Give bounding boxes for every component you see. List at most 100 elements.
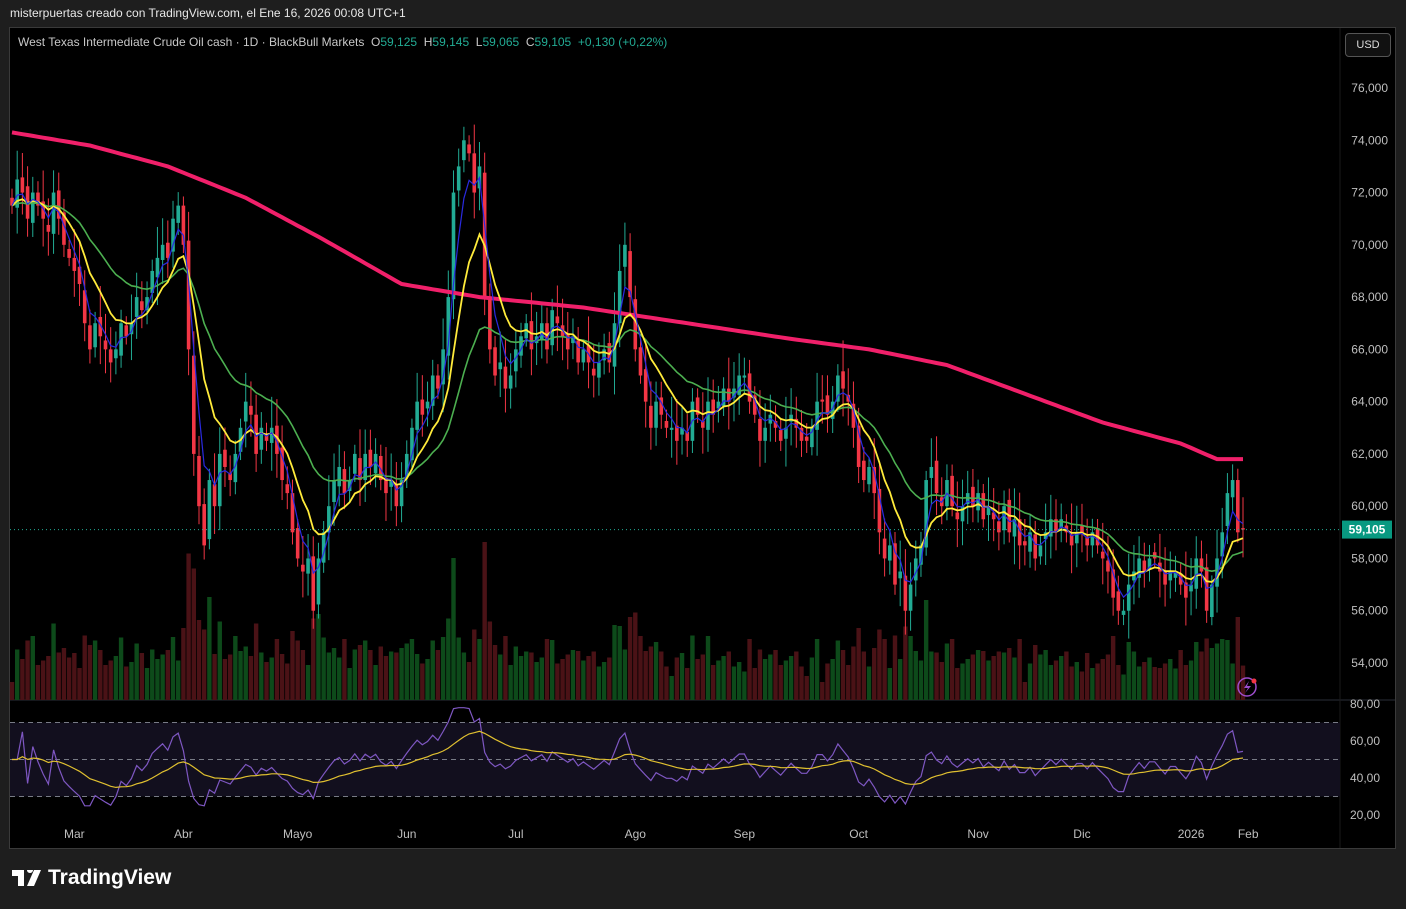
volume-bar	[347, 668, 352, 700]
candle-body	[46, 224, 51, 232]
symbol-legend: West Texas Intermediate Crude Oil cash ·…	[18, 35, 667, 49]
candle-body	[259, 427, 264, 450]
volume-bar	[524, 651, 529, 700]
volume-bar	[513, 646, 519, 700]
volume-bar	[1022, 682, 1028, 700]
volume-bar	[1199, 651, 1204, 700]
volume-bar	[1027, 663, 1033, 700]
volume-bar	[108, 660, 113, 700]
volume-bar	[77, 668, 82, 700]
volume-bar	[736, 662, 742, 700]
date-tick-label: Feb	[1238, 827, 1259, 841]
volume-bar	[1053, 660, 1059, 700]
candle-body	[467, 144, 471, 154]
candle-body	[1236, 480, 1240, 533]
volume-bar	[176, 660, 181, 700]
volume-bar	[679, 653, 685, 700]
volume-bar	[451, 558, 456, 700]
date-tick-label: Jun	[397, 827, 416, 841]
price-chart[interactable]: 76,000 74,000 72,000 70,000 68,000 66,000 64,0…	[0, 0, 1406, 909]
tradingview-logo[interactable]: TradingView	[12, 866, 171, 890]
candle-body	[763, 427, 767, 441]
volume-bar	[430, 640, 435, 700]
volume-bar	[887, 668, 893, 700]
candle-body	[555, 316, 560, 324]
volume-bar	[1147, 657, 1152, 700]
volume-bar	[659, 651, 664, 700]
volume-bar	[762, 659, 768, 700]
volume-bar	[113, 656, 119, 700]
volume-bar	[1105, 654, 1111, 700]
volume-bar	[129, 662, 134, 700]
volume-bar	[212, 654, 217, 700]
price-tick-label: 76,000	[1351, 81, 1388, 95]
candle-body	[1116, 591, 1121, 611]
volume-bar	[243, 646, 248, 700]
volume-bar	[1007, 648, 1012, 700]
volume-bar	[939, 662, 944, 700]
volume-bar	[165, 650, 171, 700]
volume-bar	[316, 614, 321, 700]
candle-body	[1100, 551, 1105, 559]
price-tick-label: 64,000	[1351, 395, 1388, 409]
volume-bar	[560, 659, 565, 700]
volume-bar	[1225, 640, 1230, 700]
volume-bar	[783, 660, 789, 700]
volume-bar	[378, 646, 383, 700]
volume-bar	[1033, 645, 1038, 700]
volume-bar	[259, 652, 264, 700]
volume-bar	[1110, 636, 1116, 700]
volume-bar	[575, 651, 581, 700]
volume-bar	[1183, 665, 1189, 700]
candle-body	[124, 325, 129, 337]
volume-bar	[150, 649, 155, 700]
volume-bar	[742, 671, 747, 700]
volume-bar	[82, 635, 87, 700]
volume-bar	[929, 651, 934, 700]
currency-button[interactable]: USD	[1345, 33, 1391, 57]
volume-bar	[321, 637, 326, 700]
volume-bar	[217, 621, 222, 700]
volume-bar	[586, 656, 591, 700]
symbol-title: West Texas Intermediate Crude Oil cash ·…	[18, 35, 365, 49]
date-tick-label: Abr	[174, 827, 193, 841]
volume-bar	[72, 653, 77, 700]
volume-bar	[446, 618, 451, 700]
volume-bar	[1074, 662, 1079, 700]
volume-bar	[617, 626, 622, 700]
volume-bar	[622, 649, 628, 700]
candle-body	[1204, 567, 1209, 611]
volume-bar	[591, 651, 596, 700]
volume-bar	[139, 653, 145, 700]
date-tick-label: Dic	[1073, 827, 1090, 841]
volume-bar	[695, 659, 700, 700]
last-price-label: 59,105	[1349, 523, 1386, 537]
candle-body	[1210, 584, 1214, 617]
candle-body	[103, 340, 108, 350]
candle-body	[778, 429, 783, 441]
volume-bar	[61, 648, 67, 700]
volume-bar	[503, 636, 508, 700]
volume-bar	[295, 640, 300, 700]
rsi-tick-label: 40,00	[1350, 771, 1380, 785]
candle-body	[498, 362, 503, 370]
volume-bar	[804, 676, 809, 700]
price-tick-label: 66,000	[1351, 342, 1388, 356]
volume-bar	[970, 654, 976, 700]
date-tick-label: Sep	[734, 827, 756, 841]
volume-bar	[207, 597, 212, 700]
candle-body	[815, 401, 819, 430]
candle-body	[1142, 560, 1147, 572]
candle-body	[353, 453, 357, 474]
candle-body	[88, 325, 92, 350]
volume-bar	[690, 635, 695, 700]
volume-bar	[612, 625, 617, 700]
candle-body	[581, 349, 586, 363]
volume-bar	[1048, 665, 1054, 700]
volume-bar	[66, 657, 72, 700]
volume-bar	[394, 652, 399, 700]
brand-name: TradingView	[48, 866, 172, 889]
volume-bar	[643, 651, 648, 700]
volume-bar	[965, 659, 970, 700]
candle-body	[898, 571, 902, 579]
